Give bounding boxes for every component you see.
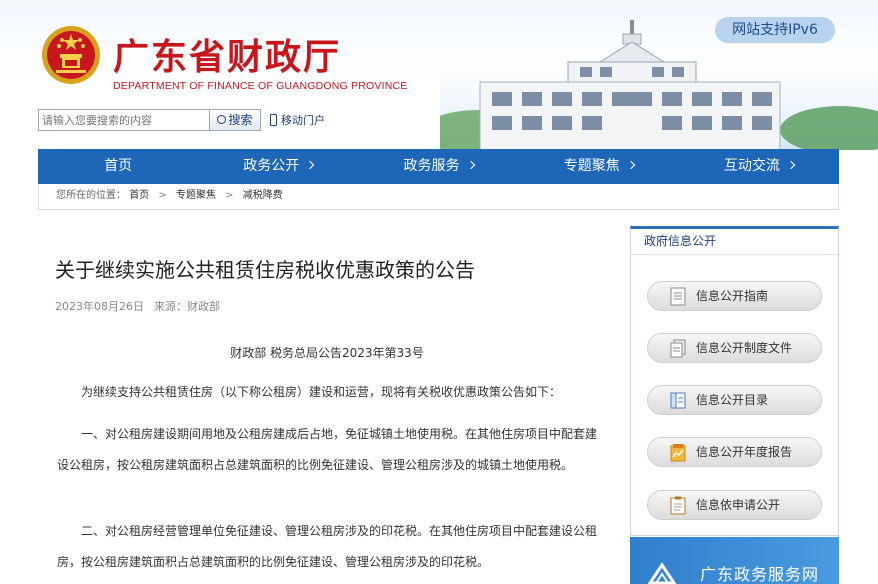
chevron-down-icon [786, 160, 796, 170]
clipboard-icon [670, 496, 686, 515]
building-illustration [440, 20, 878, 150]
nav-item-label: 互动交流 [723, 158, 780, 174]
directory-icon [670, 392, 686, 409]
article-date: 2023年08月26日 [55, 300, 144, 313]
article-paragraph: 为继续支持公共租赁住房（以下称公租房）建设和运营，现将有关税收优惠政策公告如下： [81, 385, 562, 399]
document-number: 财政部 税务总局公告2023年第33号 [230, 346, 424, 360]
gov-info-disclosure-panel: 政府信息公开 信息公开指南 信息公开制度文件 信息公开目录 信息公开年度报告 信… [630, 226, 839, 536]
sidebar-button-request-disclosure[interactable]: 信息依申请公开 [647, 490, 822, 520]
breadcrumb-separator: > [158, 190, 167, 201]
breadcrumb-item-home[interactable]: 首页 [129, 190, 149, 201]
report-icon [670, 444, 686, 462]
site-header: 广东省财政厅 DEPARTMENT OF FINANCE OF GUANGDON… [0, 0, 878, 150]
search-button[interactable]: 搜索 [209, 109, 261, 131]
site-title: 广东省财政厅 [113, 36, 342, 78]
main-nav: 首页 政务公开 政务服务 专题聚焦 互动交流 [38, 149, 839, 184]
article-source: 来源：财政部 [154, 300, 220, 313]
article-paragraph: 二、对公租房经营管理单位免征建设、管理公租房涉及的印花税。在其他住房项目中配套建… [57, 524, 598, 569]
chevron-down-icon [626, 160, 635, 170]
sidebar-button-label: 信息公开制度文件 [696, 341, 793, 355]
search-button-label: 搜索 [228, 113, 253, 127]
nav-item-label: 专题聚焦 [563, 158, 620, 174]
nav-item-label: 政务服务 [403, 158, 460, 174]
phone-icon [270, 114, 277, 126]
sidebar-button-annual-report[interactable]: 信息公开年度报告 [647, 437, 822, 467]
sidebar-button-disclosure-rules[interactable]: 信息公开制度文件 [647, 333, 822, 363]
nav-item-gov-affairs-disclosure[interactable]: 政务公开 [198, 149, 358, 184]
chevron-down-icon [466, 160, 475, 170]
sidebar-button-disclosure-guide[interactable]: 信息公开指南 [647, 281, 822, 311]
sidebar-button-label: 信息依申请公开 [696, 498, 781, 512]
breadcrumb-item-topics[interactable]: 专题聚焦 [176, 190, 216, 201]
mobile-portal-link[interactable]: 移动门户 [270, 112, 325, 128]
nav-item-gov-services[interactable]: 政务服务 [358, 149, 518, 184]
breadcrumb-separator: > [225, 190, 234, 201]
article-meta: 2023年08月26日 来源：财政部 [55, 298, 220, 314]
sidebar-button-disclosure-directory[interactable]: 信息公开目录 [647, 385, 822, 415]
sidebar-button-label: 信息公开年度报告 [696, 445, 793, 459]
breadcrumb-item-tax-reduction[interactable]: 减税降费 [243, 190, 283, 201]
gd-gov-service-banner[interactable]: 广东政务服务网 [630, 537, 839, 584]
national-emblem-icon [42, 26, 100, 84]
breadcrumb: 您所在的位置： 首页 > 专题聚焦 > 减税降费 [38, 184, 839, 210]
mobile-portal-label: 移动门户 [281, 114, 325, 127]
article-paragraph: 一、对公租房建设期间用地及公租房建成后占地，免征城镇土地使用税。在其他住房项目中… [57, 427, 598, 472]
site-subtitle: DEPARTMENT OF FINANCE OF GUANGDONG PROVI… [113, 80, 408, 92]
nav-item-label: 政务公开 [243, 158, 300, 174]
nav-item-topics[interactable]: 专题聚焦 [519, 149, 679, 184]
nav-item-home[interactable]: 首页 [38, 149, 198, 184]
nav-item-interaction[interactable]: 互动交流 [679, 149, 839, 184]
article-title: 关于继续实施公共租赁住房税收优惠政策的公告 [55, 258, 475, 282]
search-icon [217, 115, 227, 124]
files-icon [670, 339, 686, 358]
document-icon [670, 287, 686, 306]
gov-service-banner-label: 广东政务服务网 [700, 565, 820, 584]
panel-title: 政府信息公开 [631, 229, 838, 255]
gov-service-logo-icon [647, 562, 677, 584]
sidebar-button-label: 信息公开目录 [696, 393, 769, 407]
nav-item-label: 首页 [104, 158, 133, 174]
search-input[interactable] [38, 109, 210, 131]
sidebar-button-label: 信息公开指南 [696, 289, 769, 303]
chevron-down-icon [306, 160, 315, 170]
breadcrumb-prefix: 您所在的位置： [56, 190, 126, 201]
